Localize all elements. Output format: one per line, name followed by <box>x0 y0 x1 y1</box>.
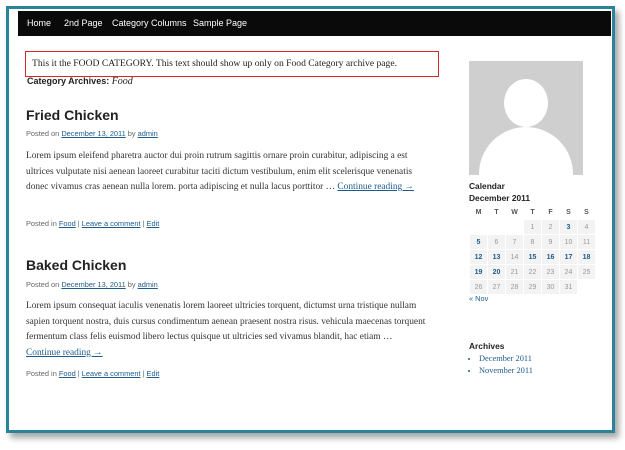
calendar-day: 1 <box>523 219 542 235</box>
posted-in-label: Posted in <box>26 219 59 228</box>
calendar-empty-cell <box>487 219 506 235</box>
by-label: by <box>125 129 138 138</box>
leave-comment-link[interactable]: Leave a comment <box>82 369 141 378</box>
calendar-weekday: T <box>530 208 535 216</box>
archive-link-november-2011[interactable]: November 2011 <box>479 365 533 377</box>
default-user-avatar-icon <box>469 61 583 175</box>
leave-comment-link[interactable]: Leave a comment <box>82 219 141 228</box>
nav-home[interactable]: Home <box>27 11 51 36</box>
calendar-day: 6 <box>487 234 506 250</box>
calendar-day: 29 <box>523 279 542 295</box>
calendar-day: 28 <box>505 279 524 295</box>
calendar-day: 23 <box>541 264 560 280</box>
calendar-day: 8 <box>523 234 542 250</box>
posted-on-label: Posted on <box>26 280 62 289</box>
nav-category-columns[interactable]: Category Columns <box>112 11 187 36</box>
calendar-weekday: W <box>511 208 518 216</box>
calendar-day-link[interactable]: 19 <box>469 264 488 280</box>
avatar-shoulders-shape <box>479 127 573 175</box>
calendar-day-link[interactable]: 5 <box>469 234 488 250</box>
calendar-day: 26 <box>469 279 488 295</box>
calendar-weekday: M <box>475 208 482 216</box>
calendar-day-link[interactable]: 20 <box>487 264 506 280</box>
top-navigation: Home 2nd Page Category Columns Sample Pa… <box>18 11 611 36</box>
calendar-day-link[interactable]: 17 <box>559 249 578 265</box>
calendar-table: MTWTFSS 1 2 3 4 5 6 7 8 9 10 11 12 13 14 15 16 17 18 19 20 2… <box>469 205 596 295</box>
calendar-day: 31 <box>559 279 578 295</box>
calendar-day: 27 <box>487 279 506 295</box>
nav-sample-page[interactable]: Sample Page <box>193 11 247 36</box>
calendar-weekday: F <box>548 208 553 216</box>
category-link[interactable]: Food <box>59 369 76 378</box>
archives-list: December 2011 November 2011 <box>469 353 533 377</box>
archive-heading: Category Archives: Food <box>27 76 133 87</box>
post-excerpt-text: Lorem ipsum consequat iaculis venenatis … <box>26 301 426 342</box>
calendar-widget-title: Calendar <box>469 181 505 191</box>
posted-in-label: Posted in <box>26 369 59 378</box>
post-excerpt: Lorem ipsum eleifend pharetra auctor dui… <box>26 149 426 196</box>
calendar-empty-cell <box>505 219 524 235</box>
calendar-day-link[interactable]: 16 <box>541 249 560 265</box>
calendar-day: 21 <box>505 264 524 280</box>
calendar-weekday: S <box>566 208 571 216</box>
calendar-day: 14 <box>505 249 524 265</box>
archive-heading-prefix: Category Archives: <box>27 76 112 86</box>
category-link[interactable]: Food <box>59 219 76 228</box>
post-date-link[interactable]: December 13, 2011 <box>61 129 125 138</box>
calendar-week-row: 26 27 28 29 30 31 <box>469 279 596 295</box>
calendar-day-link[interactable]: 3 <box>559 219 578 235</box>
calendar-week-row: 5 6 7 8 9 10 11 <box>469 234 596 250</box>
calendar-empty-cell <box>577 279 596 295</box>
calendar-weekday: S <box>584 208 589 216</box>
calendar-day: 9 <box>541 234 560 250</box>
calendar-day: 4 <box>577 219 596 235</box>
post-excerpt: Lorem ipsum consequat iaculis venenatis … <box>26 299 426 361</box>
calendar-day-link[interactable]: 12 <box>469 249 488 265</box>
post-meta: Posted on December 13, 2011 by admin <box>26 129 158 138</box>
calendar-day-link[interactable]: 13 <box>487 249 506 265</box>
calendar-week-row: 1234 <box>469 219 596 235</box>
calendar-day-link[interactable]: 15 <box>523 249 542 265</box>
calendar-prev-month-link[interactable]: « Nov <box>469 294 488 303</box>
archive-link-december-2011[interactable]: December 2011 <box>479 353 533 365</box>
post-title-baked-chicken[interactable]: Baked Chicken <box>26 257 126 273</box>
calendar-week-row: 12 13 14 15 16 17 18 <box>469 249 596 265</box>
archives-widget-title: Archives <box>469 341 505 351</box>
edit-link[interactable]: Edit <box>147 369 160 378</box>
archive-category-name: Food <box>111 76 133 87</box>
post-meta: Posted on December 13, 2011 by admin <box>26 280 158 289</box>
post-footer: Posted in Food | Leave a comment | Edit <box>26 219 159 228</box>
post-date-link[interactable]: December 13, 2011 <box>61 280 125 289</box>
post-title-fried-chicken[interactable]: Fried Chicken <box>26 107 119 123</box>
calendar-week-row: 19 20 21 22 23 24 25 <box>469 264 596 280</box>
calendar-weekday: T <box>494 208 499 216</box>
calendar-day: 11 <box>577 234 596 250</box>
calendar-day: 7 <box>505 234 524 250</box>
calendar-day: 24 <box>559 264 578 280</box>
by-label: by <box>125 280 138 289</box>
browser-frame: Home 2nd Page Category Columns Sample Pa… <box>6 6 615 433</box>
category-notice: This it the FOOD CATEGORY. This text sho… <box>25 51 439 77</box>
calendar-day: 25 <box>577 264 596 280</box>
nav-2nd-page[interactable]: 2nd Page <box>64 11 103 36</box>
edit-link[interactable]: Edit <box>147 219 160 228</box>
post-footer: Posted in Food | Leave a comment | Edit <box>26 369 159 378</box>
post-author-link[interactable]: admin <box>138 129 158 138</box>
post-author-link[interactable]: admin <box>138 280 158 289</box>
calendar-month: December 2011 <box>469 193 530 203</box>
avatar-head-shape <box>504 79 548 127</box>
posted-on-label: Posted on <box>26 129 62 138</box>
calendar-empty-cell <box>469 219 488 235</box>
calendar-day-link[interactable]: 18 <box>577 249 596 265</box>
continue-reading-link[interactable]: Continue reading → <box>26 348 103 358</box>
continue-reading-link[interactable]: Continue reading → <box>337 182 414 192</box>
calendar-day: 22 <box>523 264 542 280</box>
calendar-day: 10 <box>559 234 578 250</box>
calendar-day: 2 <box>541 219 560 235</box>
calendar-day: 30 <box>541 279 560 295</box>
